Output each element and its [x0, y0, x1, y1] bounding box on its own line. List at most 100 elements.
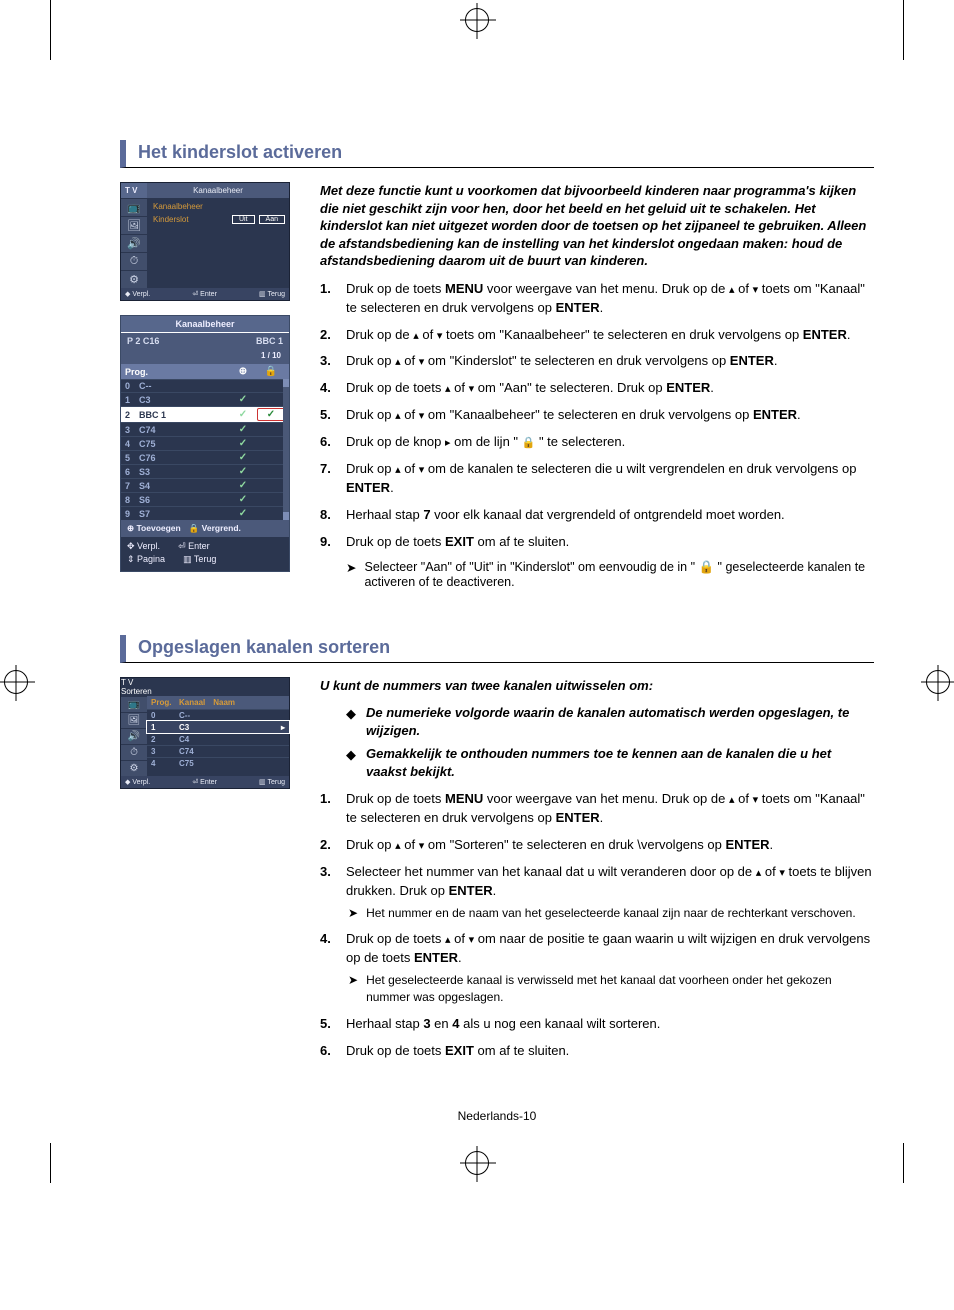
step-text: .: [600, 810, 604, 825]
key-label: ENTER: [556, 810, 600, 825]
step-ref: 3: [423, 1016, 430, 1031]
step-text: Druk op: [346, 837, 395, 852]
key-label: ENTER: [753, 407, 797, 422]
step-text: .: [390, 480, 394, 495]
page-number: Nederlands-10: [120, 1109, 874, 1123]
tv-menu-value: Aan: [259, 215, 285, 224]
key-label: EXIT: [445, 534, 474, 549]
lock-icon: [522, 434, 536, 449]
step-item: 2. Druk op de of toets om "Kanaalbeheer"…: [320, 326, 874, 345]
step-item: 3. Selecteer het nummer van het kanaal d…: [320, 863, 874, 922]
step-text: voor weergave van het menu. Druk op de: [483, 791, 729, 806]
sort-footer-hint: ◆ Verpl.: [125, 778, 150, 786]
note-text: Selecteer "Aan" of "Uit" in "Kinderslot"…: [364, 560, 874, 589]
step-text: of: [401, 407, 419, 422]
tv-label: T V: [121, 678, 289, 687]
table-row: 4C75: [147, 757, 289, 769]
step-item: 1. Druk op de toets MENU voor weergave v…: [320, 790, 874, 828]
note-arrow-icon: ➤: [348, 972, 358, 1007]
step-text: Druk op de knop: [346, 434, 445, 449]
step-text: .: [774, 353, 778, 368]
step-text: of: [401, 837, 419, 852]
cm-foot-hint: ▥ Terug: [183, 554, 216, 565]
menu-icon: 🔊: [121, 234, 147, 252]
table-row: 1C3▸: [147, 721, 289, 733]
step-item: 9. Druk op de toets EXIT om af te sluite…: [320, 533, 874, 552]
menu-icon: ⚙: [121, 270, 147, 288]
step-item: 3. Druk op of om "Kinderslot" te selecte…: [320, 352, 874, 371]
step-text: of: [401, 353, 419, 368]
table-row: 0C--: [147, 709, 289, 721]
table-row: 8S6✓: [121, 492, 289, 506]
step-text: of: [451, 380, 469, 395]
tv-footer-hint: ⏎ Enter: [192, 290, 217, 298]
step-text: toets om "Kanaalbeheer" te selecteren en…: [442, 327, 802, 342]
step-text: of: [735, 281, 753, 296]
step-text: Druk op de toets: [346, 791, 445, 806]
step-text: of: [419, 327, 437, 342]
step-text: om "Kinderslot" te selecteren en druk ve…: [424, 353, 730, 368]
sort-head: Naam: [213, 698, 235, 707]
tv-menu-row-label: Kinderslot: [153, 215, 189, 224]
bullet-item: Gemakkelijk te onthouden nummers toe te …: [346, 745, 874, 780]
table-row: 4C75✓: [121, 436, 289, 450]
table-row: 2C4: [147, 733, 289, 745]
steps-list: 1. Druk op de toets MENU voor weergave v…: [320, 280, 874, 552]
tv-menu-title: Kanaalbeheer: [147, 183, 289, 198]
menu-icon: ⏱: [121, 744, 147, 760]
key-label: ENTER: [730, 353, 774, 368]
bullet-list: De numerieke volgorde waarin de kanalen …: [346, 704, 874, 780]
step-text: of: [451, 931, 469, 946]
step-text: " te selecteren.: [535, 434, 625, 449]
section-sorteren: Opgeslagen kanalen sorteren T V Sorteren…: [120, 635, 874, 1069]
step-item: 4. Druk op de toets of om "Aan" te selec…: [320, 379, 874, 398]
step-text: en: [431, 1016, 453, 1031]
table-row: 3C74✓: [121, 422, 289, 436]
cm-head-prog: Prog.: [125, 367, 229, 377]
step-text: of: [401, 461, 419, 476]
step-text: Druk op: [346, 353, 395, 368]
table-row: 5C76✓: [121, 450, 289, 464]
cm-action-lock: 🔒 Vergrend.: [189, 523, 241, 534]
step-text: of: [735, 791, 753, 806]
cm-foot-hint: ✥ Verpl.: [127, 541, 160, 552]
sort-footer-hint: ⏎ Enter: [192, 778, 217, 786]
table-row: 2BBC 1✓✓: [121, 406, 289, 422]
cm-foot-hint: ⏎ Enter: [178, 541, 210, 552]
step-text: om "Kanaalbeheer" te selecteren en druk …: [424, 407, 753, 422]
step-text: Selecteer het nummer van het kanaal dat …: [346, 864, 756, 879]
step-item: 4. Druk op de toets of om naar de positi…: [320, 930, 874, 1007]
cm-foot-hint: ⇕ Pagina: [127, 554, 165, 565]
menu-icon: ⚙: [121, 760, 147, 776]
step-text: Druk op de toets: [346, 534, 445, 549]
bullet-item: De numerieke volgorde waarin de kanalen …: [346, 704, 874, 739]
sort-footer-hint: ▥ Terug: [259, 778, 285, 786]
step-text: Druk op de toets: [346, 281, 445, 296]
section-kinderslot: Het kinderslot activeren T V Kanaalbehee…: [120, 140, 874, 595]
step-text: om af te sluiten.: [474, 534, 569, 549]
note-arrow-icon: ➤: [348, 905, 358, 922]
step-text: .: [847, 327, 851, 342]
step-text: Druk op de toets: [346, 1043, 445, 1058]
step-text: .: [770, 837, 774, 852]
menu-icon: 📺: [121, 696, 147, 712]
table-row: 9S7✓: [121, 506, 289, 520]
lock-icon: 🔒: [257, 366, 285, 377]
table-row: 3C74: [147, 745, 289, 757]
step-item: 7. Druk op of om de kanalen te selectere…: [320, 460, 874, 498]
key-label: ENTER: [346, 480, 390, 495]
tv-label: T V: [121, 183, 147, 198]
key-label: EXIT: [445, 1043, 474, 1058]
tv-footer-hint: ▥ Terug: [259, 290, 285, 298]
key-label: ENTER: [414, 950, 458, 965]
step-ref: 7: [423, 507, 430, 522]
step-text: om "Sorteren" te selecteren en druk \ver…: [424, 837, 725, 852]
cm-sub-left: P 2 C16: [127, 336, 159, 346]
table-row: 7S4✓: [121, 478, 289, 492]
step-text: om af te sluiten.: [474, 1043, 569, 1058]
key-label: MENU: [445, 791, 483, 806]
step-item: 1. Druk op de toets MENU voor weergave v…: [320, 280, 874, 318]
key-label: ENTER: [725, 837, 769, 852]
section-heading: Opgeslagen kanalen sorteren: [120, 635, 874, 663]
step-text: voor weergave van het menu. Druk op de: [483, 281, 729, 296]
